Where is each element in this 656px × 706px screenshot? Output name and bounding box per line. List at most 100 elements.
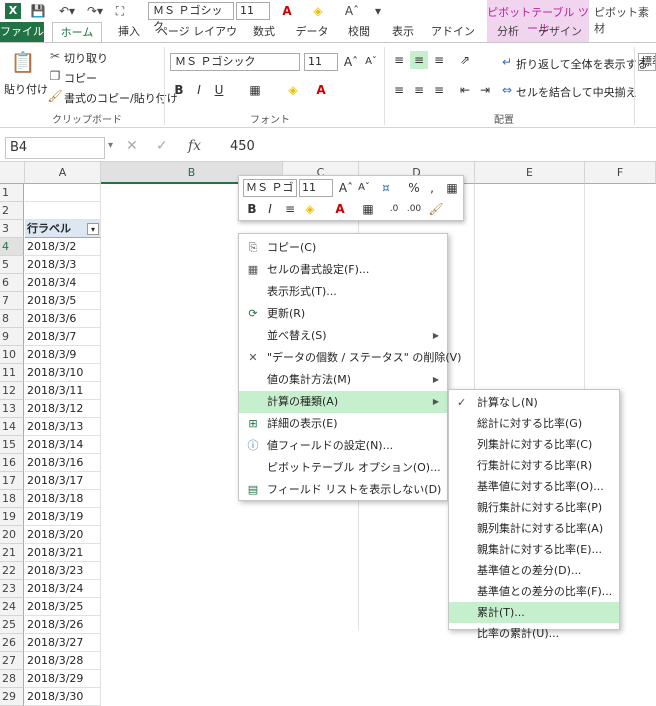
shrink-font-icon[interactable]: Aˇ [362, 53, 380, 71]
copy-button[interactable]: コピー [64, 70, 97, 86]
row-header[interactable]: 14 [0, 418, 24, 436]
row-header[interactable]: 12 [0, 382, 24, 400]
row-header[interactable]: 2 [0, 202, 24, 220]
context-menu-item[interactable]: 計算の種類(A) ▶ [239, 391, 447, 413]
fill-color-icon[interactable]: ◈ [301, 200, 319, 218]
row-header[interactable]: 23 [0, 580, 24, 598]
formula-input[interactable]: 450 [230, 137, 255, 157]
row-header[interactable]: 3 [0, 220, 24, 238]
cell-a[interactable]: 2018/3/25 [25, 598, 101, 616]
row-header[interactable]: 4 [0, 238, 24, 256]
submenu-item[interactable]: 親集計に対する比率(E)... [449, 539, 619, 560]
context-menu-item[interactable]: ✕ "データの個数 / ステータス" の削除(V) [239, 347, 461, 369]
font-color-icon[interactable]: A [278, 3, 296, 19]
filter-dropdown-icon[interactable]: ▾ [87, 223, 99, 235]
context-menu-item[interactable]: ピボットテーブル オプション(O)... [239, 457, 447, 479]
row-header[interactable]: 20 [0, 526, 24, 544]
submenu-item[interactable]: 総計に対する比率(G) [449, 413, 619, 434]
cell-a[interactable]: 2018/3/2 [25, 238, 101, 256]
grow-font-icon[interactable]: Aˆ [337, 179, 355, 197]
enter-icon[interactable]: ✓ [156, 138, 168, 154]
align-bottom-icon[interactable]: ≡ [430, 51, 448, 69]
context-menu-item[interactable]: ⎘ コピー(C) [239, 237, 447, 259]
row-header[interactable]: 22 [0, 562, 24, 580]
cell-a[interactable]: 2018/3/5 [25, 292, 101, 310]
align-right-icon[interactable]: ≡ [430, 81, 448, 99]
format-table-icon[interactable]: ▦ [443, 179, 461, 197]
cell-a[interactable]: 2018/3/27 [25, 634, 101, 652]
row-header[interactable]: 1 [0, 184, 24, 202]
submenu-item[interactable]: 基準値との差分(D)... [449, 560, 619, 581]
decrease-decimal-icon[interactable]: .00 [405, 200, 423, 218]
submenu-item[interactable]: ✓ 計算なし(N) [449, 392, 619, 413]
row-header[interactable]: 8 [0, 310, 24, 328]
submenu-item[interactable]: 列集計に対する比率(C) [449, 434, 619, 455]
orientation-icon[interactable]: ⇗ [456, 51, 474, 69]
tab-page-layout[interactable]: ページ レイアウト [156, 22, 238, 58]
paste-button[interactable]: 貼り付け [4, 81, 48, 97]
format-painter-button[interactable]: 書式のコピー/貼り付け [64, 90, 178, 106]
row-header[interactable]: 21 [0, 544, 24, 562]
undo-icon[interactable]: ↶▾ [56, 3, 78, 19]
font-color-icon[interactable]: A [331, 200, 349, 218]
quick-font-name[interactable]: ＭＳ Ｐゴシック [148, 2, 234, 33]
align-top-icon[interactable]: ≡ [390, 51, 408, 69]
cell-a[interactable]: 2018/3/16 [25, 454, 101, 472]
cell-a[interactable]: 2018/3/29 [25, 670, 101, 688]
row-header[interactable]: 13 [0, 400, 24, 418]
tab-formulas[interactable]: 数式 [246, 22, 282, 42]
context-menu-item[interactable]: ▤ フィールド リストを表示しない(D) [239, 479, 447, 501]
cell-a[interactable]: 2018/3/4 [25, 274, 101, 292]
tab-file[interactable]: ファイル [0, 22, 44, 42]
row-header[interactable]: 11 [0, 364, 24, 382]
row-header[interactable]: 5 [0, 256, 24, 274]
tab-analyze[interactable]: 分析 [490, 22, 526, 42]
cell-a[interactable]: 2018/3/10 [25, 364, 101, 382]
tab-insert[interactable]: 挿入 [112, 22, 146, 42]
align-center-icon[interactable]: ≡ [410, 81, 428, 99]
cell-a[interactable]: 2018/3/19 [25, 508, 101, 526]
cell-a[interactable]: 2018/3/17 [25, 472, 101, 490]
column-header-a[interactable]: A [25, 162, 101, 184]
cell-a[interactable]: 2018/3/9 [25, 346, 101, 364]
submenu-item[interactable]: 基準値との差分の比率(F)... [449, 581, 619, 602]
number-format-box[interactable]: 標準 [638, 53, 656, 71]
save-icon[interactable]: 💾 [30, 3, 46, 19]
row-header[interactable]: 18 [0, 490, 24, 508]
row-header[interactable]: 6 [0, 274, 24, 292]
row-header[interactable]: 26 [0, 634, 24, 652]
cell-a[interactable]: 2018/3/24 [25, 580, 101, 598]
merge-center-button[interactable]: セルを結合して中央揃え [516, 84, 637, 100]
cell-a[interactable]: 2018/3/26 [25, 616, 101, 634]
cell-a[interactable]: 2018/3/28 [25, 652, 101, 670]
wrap-text-icon[interactable]: ↵ [498, 53, 516, 71]
context-menu-item[interactable]: 表示形式(T)... [239, 281, 447, 303]
submenu-item[interactable]: 行集計に対する比率(R) [449, 455, 619, 476]
indent-decrease-icon[interactable]: ⇤ [456, 81, 474, 99]
submenu-item[interactable]: 基準値に対する比率(O)... [449, 476, 619, 497]
format-painter-icon[interactable]: 🖌 [427, 200, 445, 218]
indent-increase-icon[interactable]: ⇥ [476, 81, 494, 99]
column-header-f[interactable]: F [585, 162, 656, 184]
mini-font-name[interactable]: ＭＳ Ｐゴ [243, 179, 297, 197]
submenu-item[interactable]: 親列集計に対する比率(A) [449, 518, 619, 539]
fill-color-icon[interactable]: ◈ [284, 81, 302, 99]
italic-icon[interactable]: I [261, 200, 279, 218]
row-header[interactable]: 7 [0, 292, 24, 310]
font-name-box[interactable]: ＭＳ Ｐゴシック [170, 53, 300, 71]
row-header[interactable]: 17 [0, 472, 24, 490]
name-box-dropdown-icon[interactable]: ▾ [108, 140, 113, 151]
submenu-item[interactable]: 累計(T)... [449, 602, 619, 623]
align-middle-icon[interactable]: ≡ [410, 51, 428, 69]
bold-icon[interactable]: B [170, 81, 188, 99]
cell-a[interactable]: 2018/3/18 [25, 490, 101, 508]
row-header[interactable]: 25 [0, 616, 24, 634]
border-icon[interactable]: ▦ [246, 81, 264, 99]
submenu-item[interactable]: 親行集計に対する比率(P) [449, 497, 619, 518]
underline-icon[interactable]: U [210, 81, 228, 99]
row-header[interactable]: 10 [0, 346, 24, 364]
merge-center-icon[interactable]: ⇔ [498, 81, 516, 99]
cell-a[interactable] [25, 184, 101, 202]
row-header[interactable]: 29 [0, 688, 24, 706]
row-header[interactable]: 19 [0, 508, 24, 526]
